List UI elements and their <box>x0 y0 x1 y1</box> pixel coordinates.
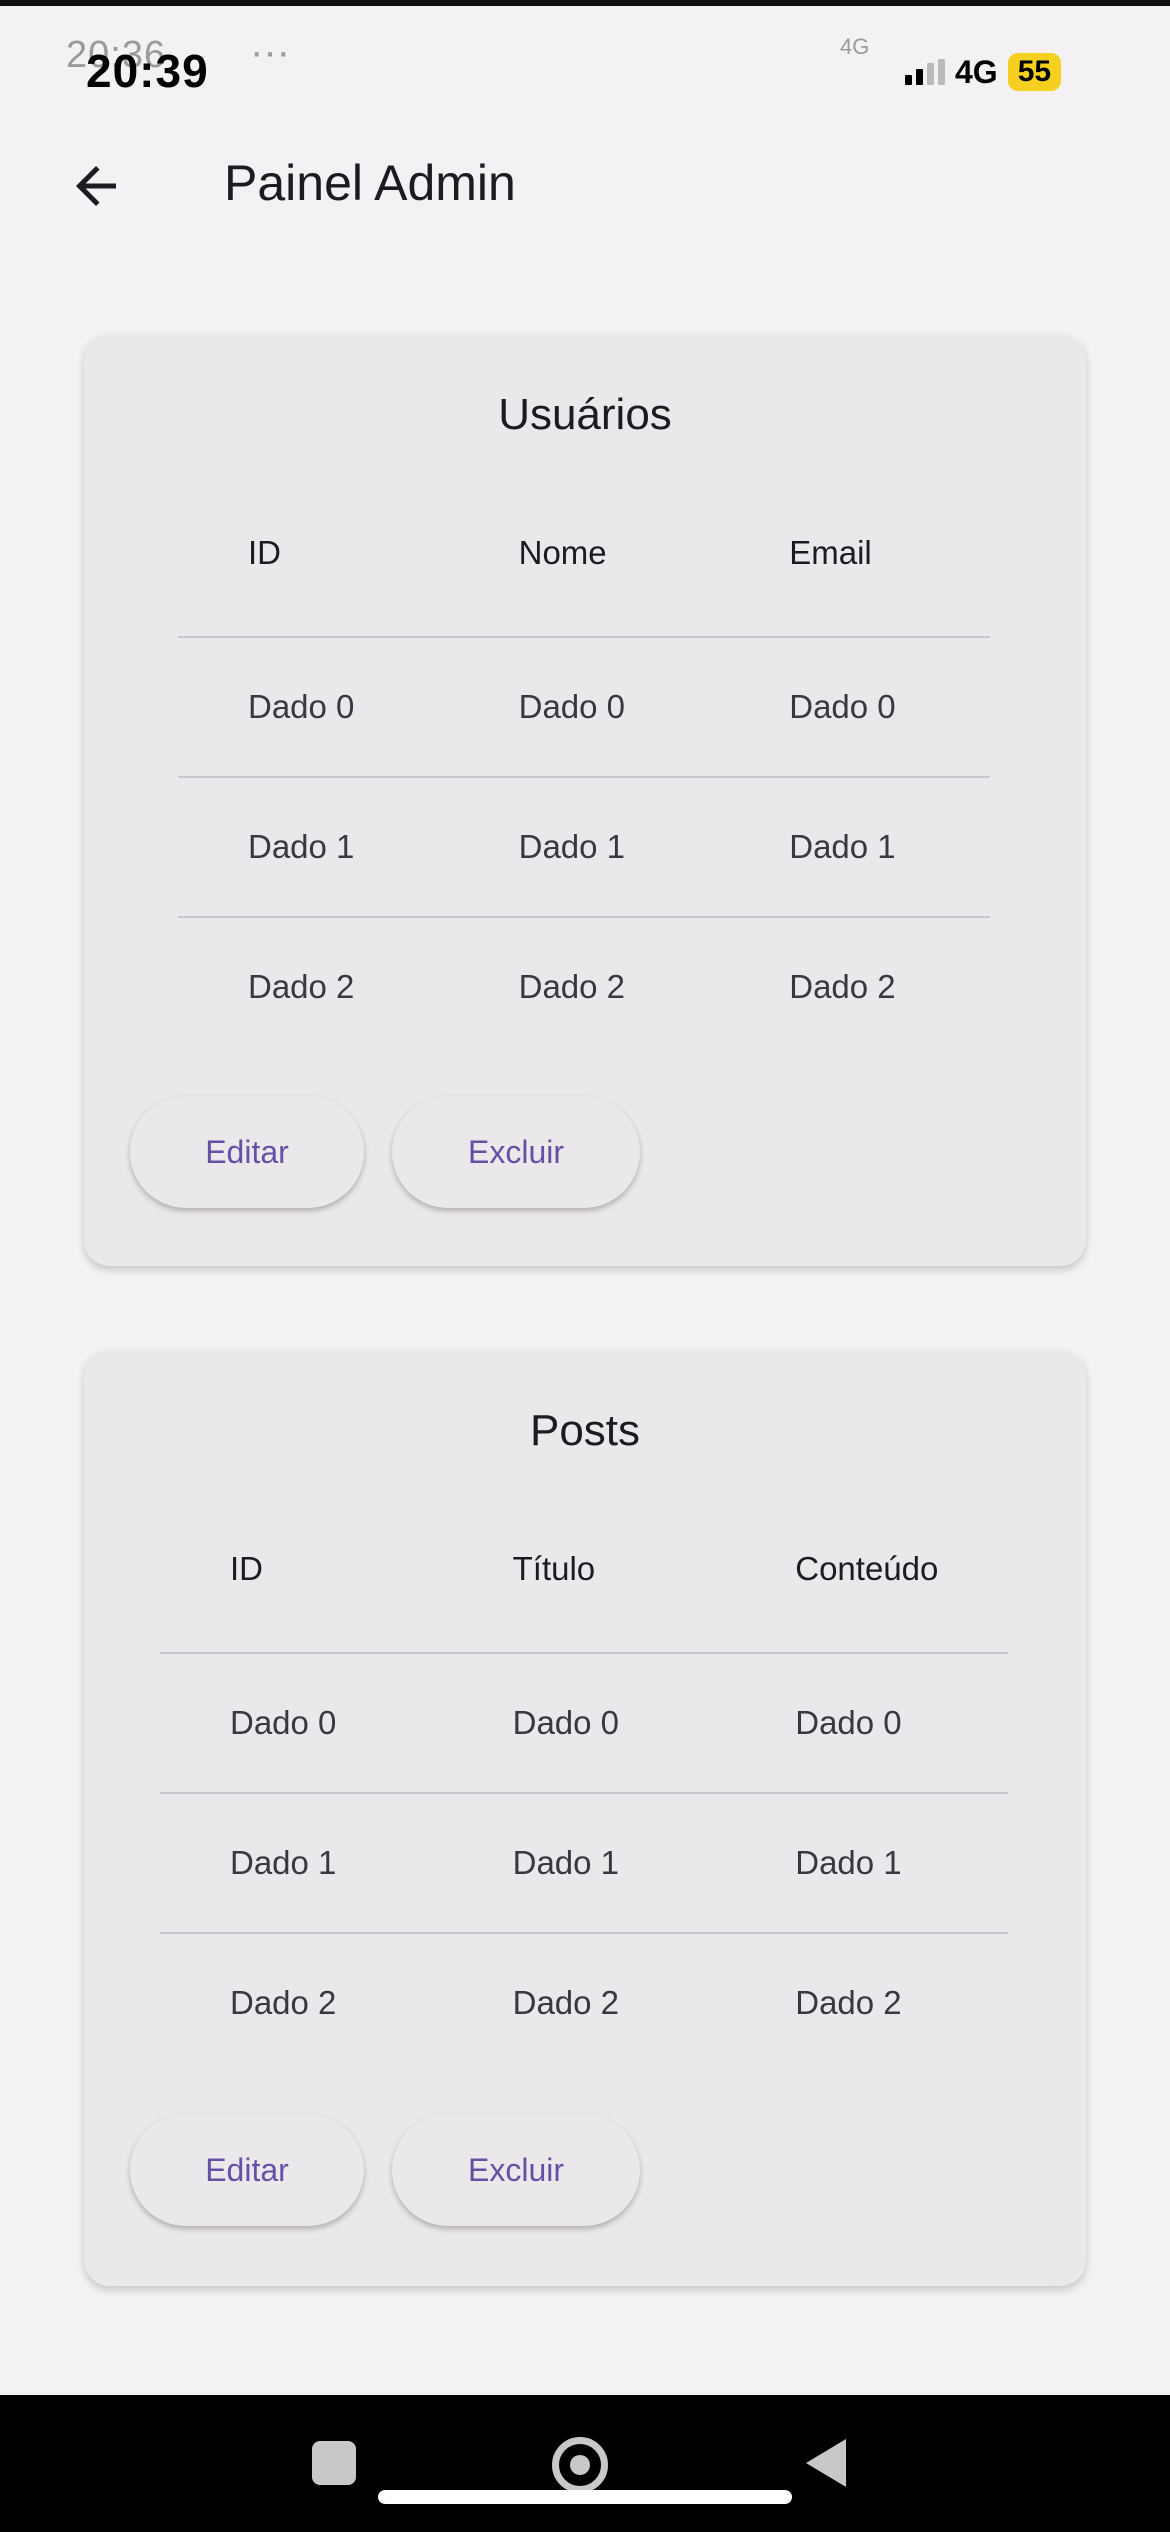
column-header: Email <box>789 534 872 571</box>
table-cell: Dado 2 <box>518 968 626 1005</box>
table-cell: Dado 2 <box>248 968 355 1005</box>
battery-icon: 55 <box>1007 53 1062 91</box>
table-cell: Dado 0 <box>789 688 896 725</box>
table-header-row: ID Nome Email <box>178 484 990 638</box>
users-table: ID Nome Email Dado 0 Dado 0 Dado 0 Dado … <box>178 484 990 1056</box>
users-edit-button[interactable]: Editar <box>130 1096 364 1208</box>
table-row: Dado 2 Dado 2 Dado 2 <box>160 1934 1008 2072</box>
arrow-left-icon[interactable] <box>66 156 126 216</box>
table-cell: Dado 2 <box>789 968 896 1005</box>
app-bar: Painel Admin <box>0 130 1170 240</box>
table-cell: Dado 0 <box>230 1704 337 1741</box>
table-row: Dado 0 Dado 0 Dado 0 <box>178 638 990 778</box>
posts-delete-button[interactable]: Excluir <box>392 2114 640 2226</box>
ghost-status-dots: ··· <box>250 30 290 74</box>
status-time: 20:39 <box>86 45 209 97</box>
table-row: Dado 1 Dado 1 Dado 1 <box>160 1794 1008 1934</box>
table-cell: Dado 0 <box>795 1704 902 1741</box>
users-delete-button[interactable]: Excluir <box>392 1096 640 1208</box>
table-cell: Dado 1 <box>518 828 626 865</box>
column-header: ID <box>230 1550 263 1587</box>
recents-icon[interactable] <box>312 2441 356 2485</box>
home-icon-center <box>570 2455 590 2475</box>
posts-edit-button[interactable]: Editar <box>130 2114 364 2226</box>
page-title: Painel Admin <box>224 155 516 211</box>
table-cell: Dado 1 <box>512 1844 620 1881</box>
users-actions: Editar Excluir <box>130 1096 640 1208</box>
posts-card: Posts ID Título Conteúdo Dado 0 Dado 0 D… <box>84 1350 1086 2286</box>
posts-actions: Editar Excluir <box>130 2114 640 2226</box>
frame-top-edge <box>0 0 1170 6</box>
navigation-bar <box>0 2395 1170 2532</box>
table-row: Dado 0 Dado 0 Dado 0 <box>160 1654 1008 1794</box>
column-header: Título <box>512 1550 596 1587</box>
table-row: Dado 1 Dado 1 Dado 1 <box>178 778 990 918</box>
posts-card-title: Posts <box>529 1406 641 1455</box>
home-indicator[interactable] <box>378 2490 792 2504</box>
users-card: Usuários ID Nome Email Dado 0 Dado 0 Dad… <box>84 334 1086 1266</box>
posts-table: ID Título Conteúdo Dado 0 Dado 0 Dado 0 … <box>160 1500 1008 2072</box>
column-header: Conteúdo <box>795 1550 939 1587</box>
column-header: ID <box>248 534 281 571</box>
table-cell: Dado 1 <box>789 828 896 865</box>
table-cell: Dado 2 <box>230 1984 337 2021</box>
table-cell: Dado 0 <box>512 1704 620 1741</box>
table-cell: Dado 1 <box>795 1844 902 1881</box>
users-card-title: Usuários <box>498 390 672 439</box>
table-header-row: ID Título Conteúdo <box>160 1500 1008 1654</box>
table-row: Dado 2 Dado 2 Dado 2 <box>178 918 990 1056</box>
table-cell: Dado 2 <box>512 1984 620 2021</box>
status-indicators: 4G 55 <box>905 50 1062 94</box>
back-triangle-icon[interactable] <box>806 2439 846 2487</box>
table-cell: Dado 1 <box>248 828 355 865</box>
column-header: Nome <box>518 534 607 571</box>
table-cell: Dado 0 <box>248 688 355 725</box>
table-cell: Dado 1 <box>230 1844 337 1881</box>
ghost-network-label: 4G <box>840 34 870 59</box>
table-cell: Dado 2 <box>795 1984 902 2021</box>
table-cell: Dado 0 <box>518 688 626 725</box>
network-label: 4G <box>955 53 998 90</box>
signal-icon <box>905 59 945 85</box>
